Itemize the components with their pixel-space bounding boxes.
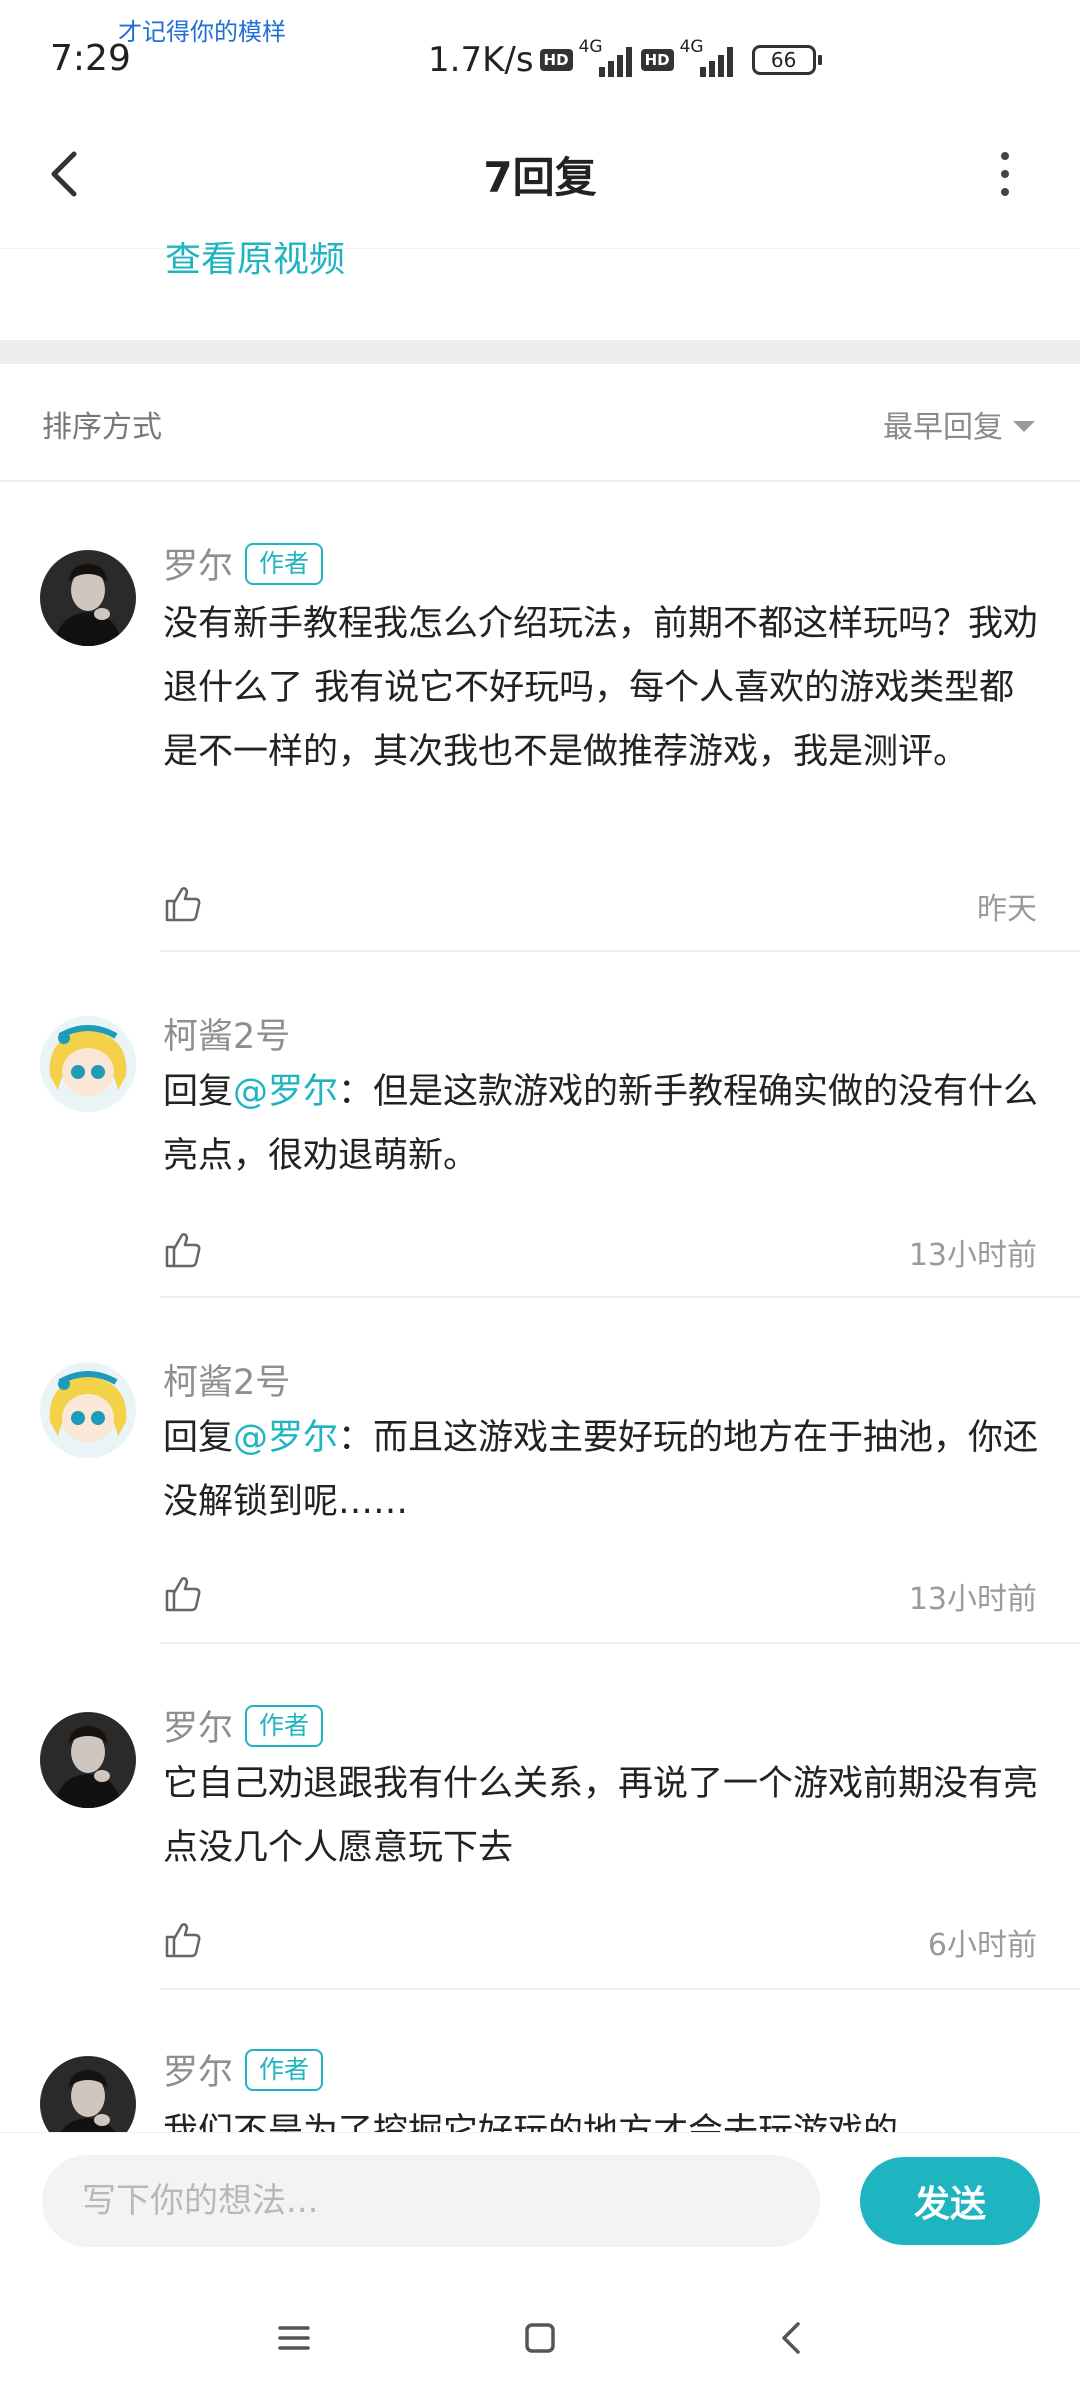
section-separator [0,340,1080,364]
reply-text: 它自己劝退跟我有什么关系，再说了一个游戏前期没有亮点没几个人愿意玩下去 [163,1764,1039,1868]
signal-icon: 4G [680,37,736,77]
username[interactable]: 柯酱2号 [163,1354,290,1405]
comment-input[interactable] [42,2155,820,2247]
thumbs-up-icon[interactable] [163,884,203,924]
thumbs-up-icon[interactable] [163,1574,203,1614]
reply-user-row: 罗尔 作者 [163,538,324,589]
status-indicators: 1.7K/s HD 4G HD 4G 66 [428,37,822,80]
username[interactable]: 罗尔 [163,1700,233,1751]
reply-text: 回复@罗尔：而且这游戏主要好玩的地方在于抽池，你还没解锁到呢…… [163,1406,1043,1534]
avatar[interactable] [40,1712,136,1808]
battery-icon: 66 [751,45,822,75]
network-speed: 1.7K/s [428,40,534,80]
reply-text: 回复@罗尔：但是这款游戏的新手教程确实做的没有什么亮点，很劝退萌新。 [163,1060,1043,1188]
signal-icon: 4G [579,37,635,77]
author-badge: 作者 [245,1704,324,1747]
reply-item: 柯酱2号 回复@罗尔：而且这游戏主要好玩的地方在于抽池，你还没解锁到呢…… 13… [0,1298,1080,1644]
avatar[interactable] [40,1016,136,1112]
title-bar: 7回复 [0,100,1080,249]
sort-label: 排序方式 [42,410,162,445]
dropdown-triangle-icon [1013,420,1035,432]
reply-time: 昨天 [977,892,1037,927]
reply-text: 没有新手教程我怎么介绍玩法，前期不都这样玩吗？我劝退什么了 我有说它不好玩吗，每… [163,604,1039,772]
hd-icon: HD [539,49,573,71]
reply-user-row: 罗尔 作者 [163,2044,324,2095]
home-icon[interactable] [518,2316,562,2360]
reply-user-row: 罗尔 作者 [163,1700,324,1751]
mention-link[interactable]: @罗尔 [233,1072,338,1112]
more-options-icon[interactable] [990,150,1020,198]
status-time: 7:29 [50,38,131,79]
reply-user-row: 柯酱2号 [163,1354,290,1405]
send-button[interactable]: 发送 [860,2157,1040,2245]
author-badge: 作者 [245,542,324,585]
username[interactable]: 罗尔 [163,538,233,589]
reply-text: 我们不是为了挖掘它好玩的地方才会去玩游戏的 [163,2112,899,2132]
sort-dropdown[interactable]: 最早回复 [883,402,1035,446]
reply-item: 柯酱2号 回复@罗尔：但是这款游戏的新手教程确实做的没有什么亮点，很劝退萌新。 … [0,952,1080,1298]
thumbs-up-icon[interactable] [163,1230,203,1270]
reply-time: 6小时前 [927,1928,1037,1963]
reply-item: 罗尔 作者 我们不是为了挖掘它好玩的地方才会去玩游戏的 [0,1990,1080,2132]
username[interactable]: 罗尔 [163,2044,233,2095]
avatar[interactable] [40,1362,136,1458]
comment-composer: 发送 [0,2132,1080,2275]
status-notification-text: 才记得你的模样 [118,18,286,46]
avatar[interactable] [40,550,136,646]
mention-link[interactable]: @罗尔 [233,1418,338,1458]
battery-level: 66 [751,45,816,75]
reply-user-row: 柯酱2号 [163,1008,290,1059]
status-bar: 才记得你的模样 7:29 1.7K/s HD 4G HD 4G 66 [0,0,1080,100]
system-navigation-bar [0,2274,1080,2400]
view-original-video-link[interactable]: 查看原视频 [165,242,345,280]
reply-item: 罗尔 作者 它自己劝退跟我有什么关系，再说了一个游戏前期没有亮点没几个人愿意玩下… [0,1644,1080,1990]
username[interactable]: 柯酱2号 [163,1008,290,1059]
reply-time: 13小时前 [908,1238,1037,1273]
sort-value: 最早回复 [883,410,1003,445]
sort-bar: 排序方式 最早回复 [0,364,1080,482]
back-icon[interactable] [770,2316,814,2360]
page-title: 7回复 [483,153,597,202]
author-badge: 作者 [245,2048,324,2091]
reply-prefix: 回复 [163,1072,234,1112]
network-type: 4G [679,37,704,57]
network-type: 4G [578,37,603,57]
hd-icon: HD [640,49,674,71]
reply-time: 13小时前 [908,1582,1037,1617]
reply-item: 罗尔 作者 没有新手教程我怎么介绍玩法，前期不都这样玩吗？我劝退什么了 我有说它… [0,482,1080,952]
avatar[interactable] [40,2056,136,2132]
thumbs-up-icon[interactable] [163,1920,203,1960]
reply-prefix: 回复 [163,1418,234,1458]
menu-icon[interactable] [272,2316,316,2360]
